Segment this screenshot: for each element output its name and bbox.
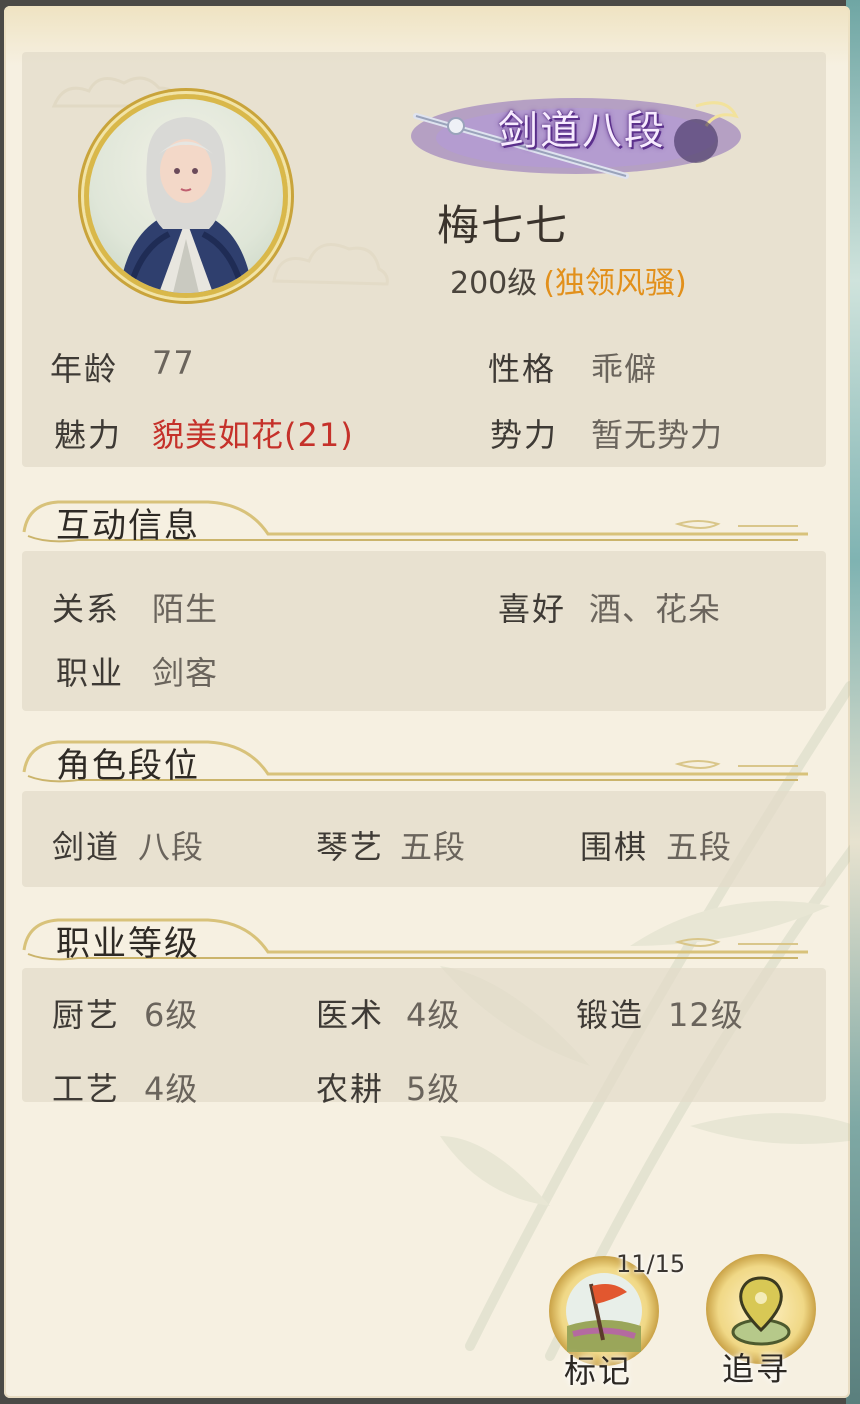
character-avatar[interactable] — [84, 94, 288, 298]
job-item-label: 农耕 — [316, 1070, 385, 1108]
faction-label: 势力 — [490, 416, 559, 454]
rank-item-label: 围棋 — [580, 828, 649, 866]
mark-button-label[interactable]: 标记 — [564, 1346, 632, 1392]
job-item-value: 6级 — [144, 996, 199, 1034]
faction-value: 暂无势力 — [591, 416, 724, 454]
flag-icon — [566, 1273, 642, 1352]
charm-label: 魅力 — [54, 416, 123, 454]
seek-button-label[interactable]: 追寻 — [722, 1344, 790, 1390]
rank-item-value: 五段 — [666, 828, 733, 866]
job-item-value: 5级 — [406, 1070, 461, 1108]
personality-label: 性格 — [488, 350, 557, 388]
rank-item-label: 剑道 — [52, 828, 121, 866]
character-level: 200级 (独领风骚) — [450, 258, 687, 302]
hobby-value: 酒、花朵 — [589, 590, 722, 628]
interaction-section-header: 互动信息 — [18, 490, 818, 550]
rank-section-title: 角色段位 — [56, 746, 200, 786]
rank-item-label: 琴艺 — [316, 828, 385, 866]
rank-badge-label: 剑道八段 — [498, 108, 666, 154]
personality-value: 乖僻 — [591, 350, 658, 388]
occupation-label: 职业 — [56, 654, 125, 692]
interaction-section-title: 互动信息 — [56, 506, 200, 546]
job-item-label: 厨艺 — [52, 996, 121, 1034]
job-item-label: 医术 — [316, 996, 385, 1034]
job-level-section-header: 职业等级 — [18, 908, 818, 968]
character-info-panel: 剑道八段 梅七七 200级 (独领风骚) 年龄 77 性格 乖僻 魅力 貌美如花(… — [4, 6, 850, 1398]
job-item-value: 4级 — [406, 996, 461, 1034]
age-value: 77 — [152, 344, 195, 382]
relation-value: 陌生 — [152, 590, 219, 628]
job-item-label: 锻造 — [576, 996, 645, 1034]
job-level-section-title: 职业等级 — [56, 924, 200, 964]
charm-value: 貌美如花(21) — [152, 416, 354, 454]
portrait-image — [119, 117, 253, 293]
relation-label: 关系 — [52, 590, 121, 628]
interaction-section — [22, 551, 826, 711]
character-name: 梅七七 — [437, 201, 570, 250]
mark-count: 11/15 — [616, 1250, 686, 1278]
job-item-value: 12级 — [668, 996, 744, 1034]
job-item-value: 4级 — [144, 1070, 199, 1108]
job-item-label: 工艺 — [52, 1070, 121, 1108]
rank-item-value: 五段 — [400, 828, 467, 866]
location-pin-icon — [731, 1276, 791, 1346]
rank-item-value: 八段 — [138, 828, 205, 866]
occupation-value: 剑客 — [152, 654, 219, 692]
age-label: 年龄 — [50, 350, 119, 388]
rank-section-header: 角色段位 — [18, 730, 818, 790]
level-title: (独领风骚) — [543, 266, 687, 301]
level-value: 200级 — [450, 266, 538, 301]
hobby-label: 喜好 — [498, 590, 567, 628]
